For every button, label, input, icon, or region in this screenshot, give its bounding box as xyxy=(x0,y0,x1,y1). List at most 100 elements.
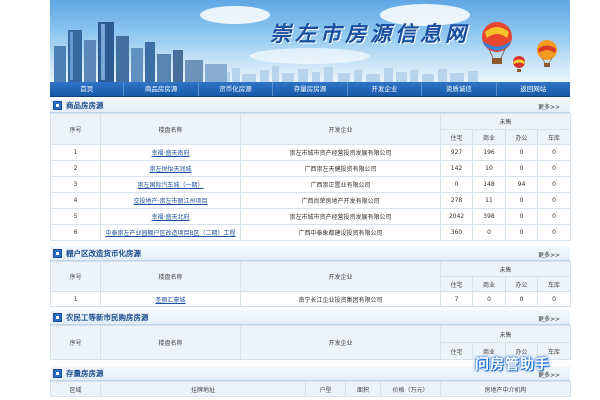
col-header-agency: 房地产中介机构 xyxy=(440,381,571,397)
cell-business: 398 xyxy=(472,208,506,225)
col-header-garage: 车库 xyxy=(536,129,572,145)
nav-home[interactable]: 首页 xyxy=(50,82,125,96)
cell-residential: 927 xyxy=(440,144,473,161)
nav-developers[interactable]: 开发企业 xyxy=(348,82,423,96)
col-header-name: 楼盘名称 xyxy=(100,261,241,292)
project-link[interactable]: 交投地产·崇左市丽江州项目 xyxy=(134,198,208,205)
cell-no: 3 xyxy=(50,176,101,193)
cell-garage: 0 xyxy=(536,208,572,225)
col-header-residential: 住宅 xyxy=(440,276,473,292)
cell-no: 2 xyxy=(50,160,101,177)
col-header-business: 商业 xyxy=(472,129,506,145)
col-header-garage: 车库 xyxy=(536,276,572,292)
col-header-no: 序号 xyxy=(50,261,101,292)
cell-garage: 0 xyxy=(536,160,572,177)
nav-stock-housing[interactable]: 存量房房源 xyxy=(273,82,348,96)
cell-developer: 广西中泰象都建设投资有限公司 xyxy=(240,224,441,241)
col-header-developer: 开发企业 xyxy=(240,113,441,145)
project-link[interactable]: 中泰崇左产业园棚户区改造项目B区（二期）工程 xyxy=(105,230,235,237)
main-content: 商品房房源 更多>> 序号 楼盘名称 开发企业 未售 住宅 商业 办公 车库 1… xyxy=(50,98,572,397)
col-header-district: 区域 xyxy=(50,381,101,397)
cell-residential: 278 xyxy=(440,192,473,209)
cell-developer: 崇左市城市资产经营投资发展有限公司 xyxy=(240,144,441,161)
cell-business: 0 xyxy=(472,224,506,241)
cell-office: 0 xyxy=(505,224,538,241)
cell-garage: 0 xyxy=(536,176,572,193)
section-header-migrant: 农民工等新市民购房房源 更多>> xyxy=(50,310,570,325)
cell-no: 5 xyxy=(50,208,101,225)
col-header-unsold: 未售 xyxy=(439,113,572,130)
project-link[interactable]: 崇左国际汽车城（一期） xyxy=(137,182,203,189)
shanty-housing-table: 序号 楼盘名称 开发企业 未售 住宅 商业 办公 车库 1 圣丽汇豪城 南宁长江… xyxy=(50,261,572,307)
cell-developer: 广西尚荣房地产开发有限公司 xyxy=(240,192,441,209)
section-title: 存量房房源 xyxy=(66,369,104,378)
project-link[interactable]: 崇左悦怡天润城 xyxy=(149,166,191,173)
col-header-business: 商业 xyxy=(472,276,506,292)
section-title: 商品房房源 xyxy=(66,101,104,110)
site-title: 崇左市房源信息网 xyxy=(270,21,470,46)
section-icon xyxy=(53,249,62,258)
stock-housing-table: 区域 挂牌地址 户型 面积 价格（万元） 房地产中介机构 xyxy=(50,381,571,397)
nav-commercial-housing[interactable]: 商品房房源 xyxy=(124,82,199,96)
cell-developer: 广西崇左天健投资有限公司 xyxy=(240,160,441,177)
cell-no: 1 xyxy=(50,291,101,307)
col-header-no: 序号 xyxy=(50,113,101,145)
col-header-address: 挂牌地址 xyxy=(100,381,306,397)
cell-garage: 0 xyxy=(536,192,572,209)
cell-business: 10 xyxy=(472,160,506,177)
more-link[interactable]: 更多>> xyxy=(538,250,560,259)
col-header-unsold: 未售 xyxy=(439,261,572,277)
hot-air-balloon-icon xyxy=(513,56,525,72)
section-header-shanty: 棚户区改造货币化房源 更多>> xyxy=(50,246,570,261)
cell-garage: 0 xyxy=(536,291,572,307)
cell-office: 0 xyxy=(505,208,538,225)
col-header-residential: 住宅 xyxy=(440,342,473,360)
nav-credit[interactable]: 资质诚信 xyxy=(422,82,497,96)
cell-developer: 广西崇正置业有限公司 xyxy=(240,176,441,193)
hot-air-balloon-icon xyxy=(482,22,512,64)
col-header-price: 价格（万元） xyxy=(380,381,441,397)
table-row: 2 崇左悦怡天润城 广西崇左天健投资有限公司 142 10 0 0 xyxy=(50,160,572,177)
header-banner: 崇左市房源信息网 xyxy=(50,0,570,82)
col-header-unsold: 未售 xyxy=(439,325,572,343)
section-title: 棚户区改造货币化房源 xyxy=(66,249,141,258)
cell-residential: 360 xyxy=(440,224,473,241)
cell-no: 6 xyxy=(50,224,101,241)
watermark-logo: 问房管助手 xyxy=(475,357,550,373)
col-header-office: 办公 xyxy=(505,276,538,292)
commercial-housing-table: 序号 楼盘名称 开发企业 未售 住宅 商业 办公 车库 1 幸福·盛天南府 崇左… xyxy=(50,113,572,241)
cell-business: 11 xyxy=(472,192,506,209)
more-link[interactable]: 更多>> xyxy=(538,102,560,111)
cell-residential: 2042 xyxy=(440,208,473,225)
main-nav: 首页 商品房房源 货币化房源 存量房房源 开发企业 资质诚信 返回网站 xyxy=(50,82,570,97)
nav-return-site[interactable]: 返回网站 xyxy=(497,82,570,96)
cell-developer: 南宁长江企业投资集团有限公司 xyxy=(240,291,441,307)
section-icon xyxy=(53,369,62,378)
cell-residential: 142 xyxy=(440,160,473,177)
project-link[interactable]: 幸福·盛天南府 xyxy=(152,150,190,157)
cell-office: 0 xyxy=(505,144,538,161)
col-header-name: 楼盘名称 xyxy=(100,325,241,360)
nav-monetized-housing[interactable]: 货币化房源 xyxy=(199,82,274,96)
col-header-layout: 户型 xyxy=(305,381,346,397)
cell-no: 1 xyxy=(50,144,101,161)
table-row: 5 幸福·盛天北府 崇左市城市资产经营投资发展有限公司 2042 398 0 0 xyxy=(50,208,572,225)
cell-office: 0 xyxy=(505,291,538,307)
table-row: 1 幸福·盛天南府 崇左市城市资产经营投资发展有限公司 927 196 0 0 xyxy=(50,144,572,161)
col-header-no: 序号 xyxy=(50,325,101,360)
cell-garage: 0 xyxy=(536,144,572,161)
cell-no: 4 xyxy=(50,192,101,209)
cell-business: 196 xyxy=(472,144,506,161)
col-header-developer: 开发企业 xyxy=(240,261,441,292)
section-title: 农民工等新市民购房房源 xyxy=(66,313,149,322)
more-link[interactable]: 更多>> xyxy=(538,314,560,323)
hot-air-balloon-icon xyxy=(537,40,557,67)
project-link[interactable]: 幸福·盛天北府 xyxy=(152,214,190,221)
cell-business: 0 xyxy=(472,291,506,307)
col-header-residential: 住宅 xyxy=(440,129,473,145)
project-link[interactable]: 圣丽汇豪城 xyxy=(155,297,185,304)
distant-skyline xyxy=(220,66,478,82)
cell-residential: 0 xyxy=(440,176,473,193)
cell-garage: 0 xyxy=(536,224,572,241)
col-header-office: 办公 xyxy=(505,129,538,145)
